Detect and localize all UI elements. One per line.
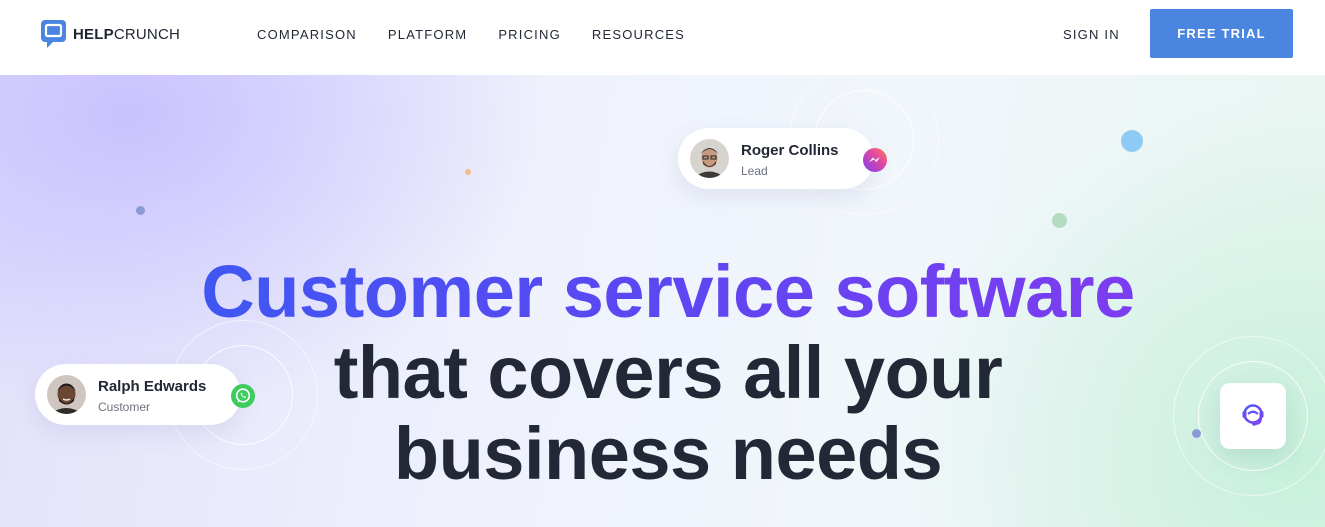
logo-wordmark: HELPCRUNCH [73, 25, 181, 43]
nav-item-platform[interactable]: PLATFORM [388, 27, 467, 43]
nav-item-pricing[interactable]: PRICING [498, 27, 561, 43]
headline-line-3: business needs [393, 412, 943, 495]
main-nav: COMPARISON PLATFORM PRICING RESOURCES [257, 27, 716, 43]
free-trial-button[interactable]: FREE TRIAL [1150, 9, 1293, 58]
avatar [690, 139, 729, 178]
decorative-dot [465, 169, 471, 175]
contact-role: Lead [741, 164, 768, 178]
decorative-dot [1121, 130, 1143, 152]
headline-line-1: Customer service software [201, 250, 1135, 333]
sign-in-link[interactable]: SIGN IN [1063, 27, 1120, 43]
contact-name: Roger Collins [741, 142, 839, 159]
chat-bubble-logo-icon [41, 20, 66, 48]
hero-headline: Customer service software that covers al… [0, 251, 1325, 494]
nav-item-resources[interactable]: RESOURCES [592, 27, 685, 43]
decorative-dot [1052, 213, 1067, 228]
nav-item-comparison[interactable]: COMPARISON [257, 27, 357, 43]
hero-section: Roger Collins Lead Ralph Edwards Custome… [0, 75, 1325, 527]
helpcrunch-logo[interactable]: HELPCRUNCH [41, 19, 180, 49]
messenger-icon [863, 148, 887, 172]
headline-line-2: that covers all your [333, 331, 1003, 414]
site-header: HELPCRUNCH COMPARISON PLATFORM PRICING R… [0, 0, 1325, 75]
contact-card-roger-collins: Roger Collins Lead [678, 128, 874, 189]
decorative-dot [136, 206, 145, 215]
